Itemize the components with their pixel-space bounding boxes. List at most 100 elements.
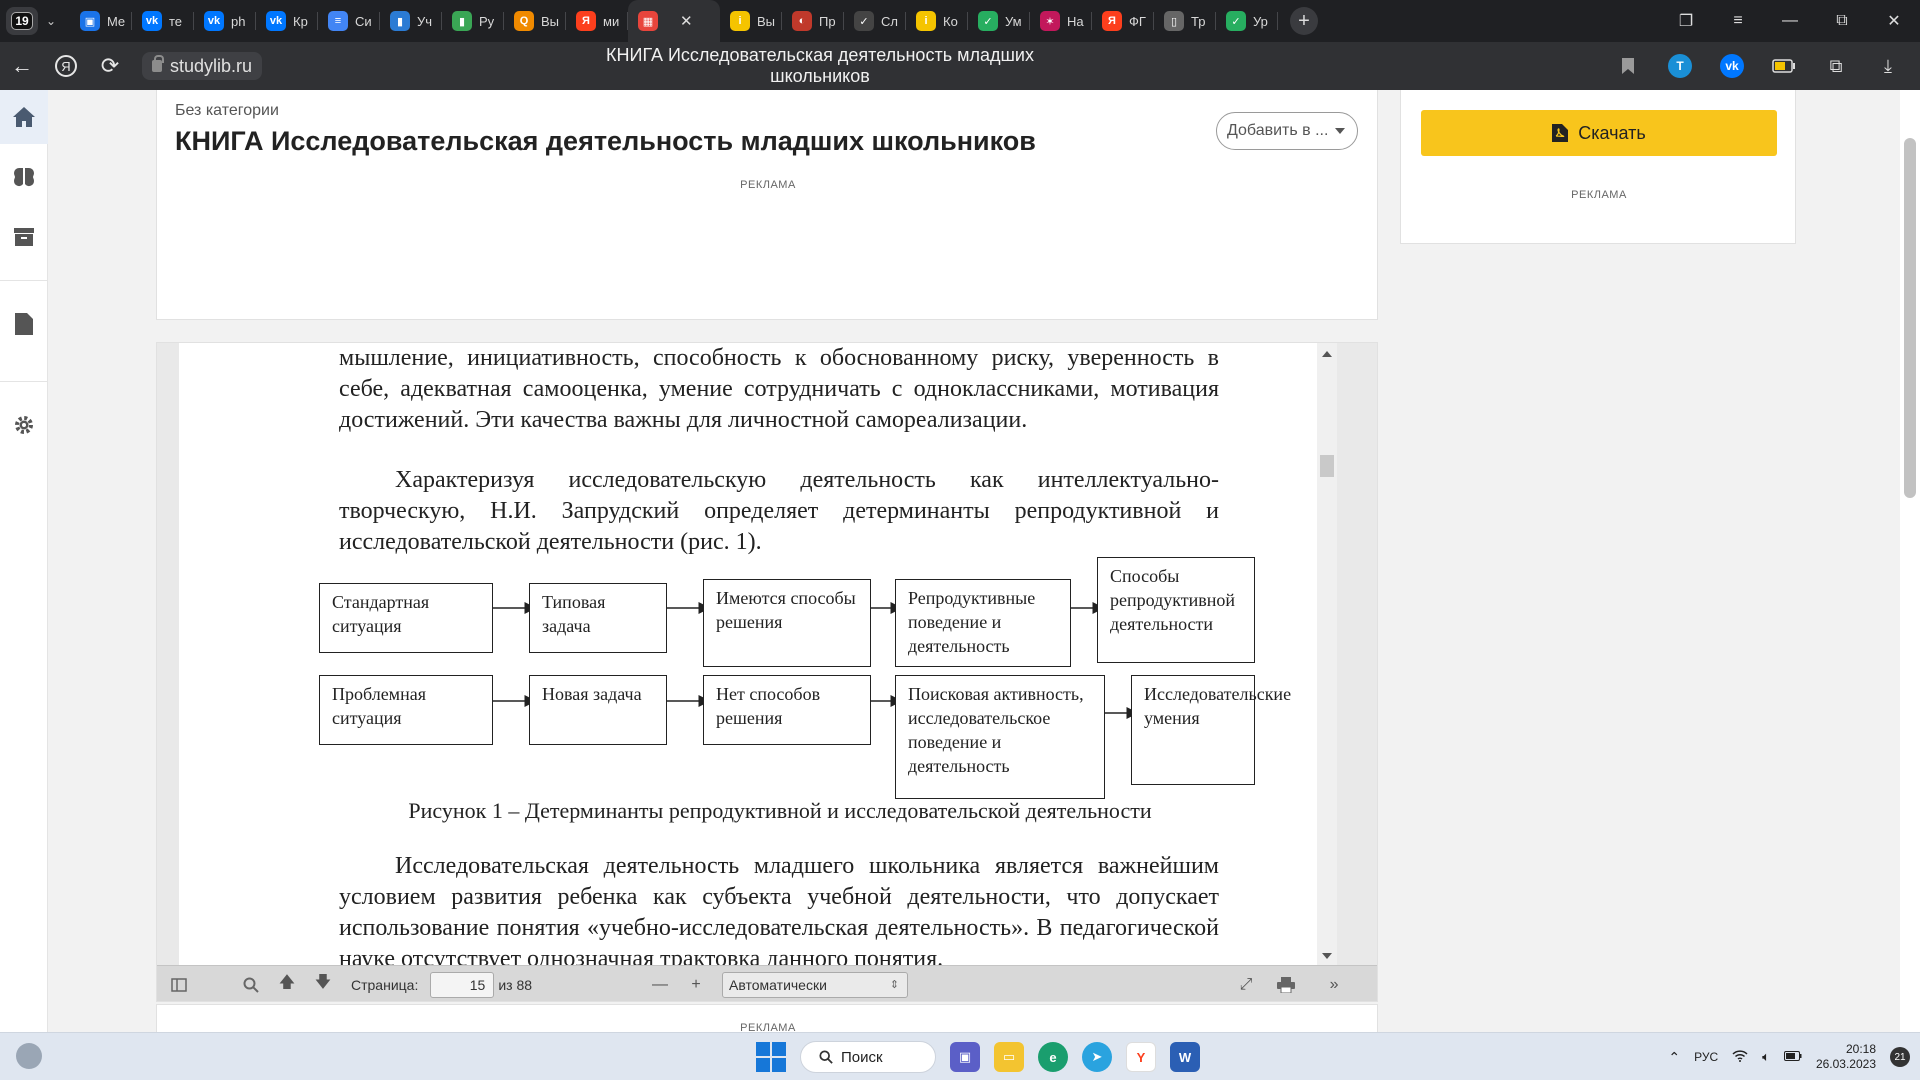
- clock[interactable]: 20:18 26.03.2023: [1816, 1042, 1876, 1072]
- tab-label: Пр: [819, 13, 836, 29]
- extensions-icon[interactable]: ⧉: [1814, 46, 1858, 86]
- browser-tab[interactable]: ✓ Ур: [1216, 0, 1278, 42]
- notification-badge[interactable]: 21: [1890, 1047, 1910, 1067]
- close-window-button[interactable]: ✕: [1868, 0, 1920, 42]
- browser-tab[interactable]: ✶ На: [1030, 0, 1092, 42]
- back-button[interactable]: ←: [0, 46, 44, 86]
- browser-tab[interactable]: i Вы: [720, 0, 782, 42]
- tab-counter[interactable]: 19: [6, 7, 38, 35]
- wifi-icon[interactable]: [1732, 1049, 1748, 1065]
- tab-label: те: [169, 13, 183, 29]
- browser-tab[interactable]: Q Вы: [504, 0, 566, 42]
- browser-tab[interactable]: ▮ Ру: [442, 0, 504, 42]
- browser-tab[interactable]: vk те: [132, 0, 194, 42]
- prev-page-icon[interactable]: 🡅: [269, 970, 305, 1000]
- taskbar-search[interactable]: Поиск: [800, 1041, 936, 1073]
- flow-box-problem-situation: Проблемная ситуация: [319, 675, 493, 745]
- flow-box-reproductive-behavior: Репродуктивные поведение и деятельность: [895, 579, 1071, 667]
- bookmark-icon[interactable]: [1606, 46, 1650, 86]
- browser-tab[interactable]: Ями: [566, 0, 628, 42]
- telegram-icon[interactable]: ➤: [1082, 1042, 1112, 1072]
- url-field[interactable]: studylib.ru: [142, 52, 263, 80]
- clock-time: 20:18: [1845, 1042, 1876, 1056]
- browser-tab[interactable]: vk ph: [194, 0, 256, 42]
- browser-tab[interactable]: i Ко: [906, 0, 968, 42]
- bottom-ad-block: РЕКЛАМА: [156, 1004, 1378, 1034]
- tab-label: Вы: [541, 13, 560, 29]
- breadcrumb[interactable]: Без категории: [175, 102, 279, 120]
- battery-icon[interactable]: [1783, 1050, 1802, 1064]
- browser-tab[interactable]: ≡ Си: [318, 0, 380, 42]
- tab-label: ph: [231, 13, 246, 29]
- fullscreen-icon[interactable]: ⤢: [1228, 970, 1264, 1000]
- tab-label: Ум: [1005, 13, 1022, 29]
- browser-tab[interactable]: ▦ ✕: [628, 0, 720, 42]
- collections-icon[interactable]: ❐: [1660, 0, 1712, 42]
- start-button[interactable]: [756, 1042, 786, 1072]
- word-icon[interactable]: W: [1170, 1042, 1200, 1072]
- teams-icon[interactable]: ▣: [950, 1042, 980, 1072]
- print-icon[interactable]: [1268, 970, 1304, 1000]
- browser-tab[interactable]: ✓ Ум: [968, 0, 1030, 42]
- browser-tab[interactable]: ▣ Me: [70, 0, 132, 42]
- pdf-scrollbar[interactable]: [1317, 343, 1337, 965]
- pdf-scroll-thumb[interactable]: [1320, 455, 1334, 477]
- zoom-out-icon[interactable]: —: [642, 970, 678, 1000]
- zoom-select[interactable]: Автоматически: [722, 971, 909, 998]
- rail-archive[interactable]: [0, 210, 48, 264]
- pdf-paragraph-bottom: Исследовательская деятельность младшего …: [339, 851, 1219, 965]
- shield-extension-icon[interactable]: T: [1658, 46, 1702, 86]
- sidebar-toggle-icon[interactable]: [161, 970, 197, 1000]
- page-scrollbar[interactable]: [1900, 90, 1920, 1032]
- browser-tab[interactable]: ▮ Уч: [380, 0, 442, 42]
- battery-saver-icon[interactable]: [1762, 46, 1806, 86]
- browser-tab[interactable]: Я ФГ: [1092, 0, 1154, 42]
- browser-tab[interactable]: ▯ Тр: [1154, 0, 1216, 42]
- zoom-in-icon[interactable]: +: [678, 970, 714, 1000]
- yandex-browser-icon[interactable]: Y: [1126, 1042, 1156, 1072]
- close-tab-icon[interactable]: ✕: [680, 12, 693, 30]
- add-to-dropdown[interactable]: Добавить в ...: [1216, 112, 1358, 150]
- download-button[interactable]: Скачать: [1421, 110, 1777, 156]
- rail-document[interactable]: [0, 297, 48, 351]
- browser-menu-icon[interactable]: ≡: [1712, 0, 1764, 42]
- tab-label: Сл: [881, 13, 898, 29]
- next-page-icon[interactable]: 🡇: [305, 970, 341, 1000]
- yandex-icon: Я: [576, 11, 596, 31]
- reload-button[interactable]: ⟳: [88, 46, 132, 86]
- rail-settings[interactable]: [0, 398, 48, 452]
- side-ad-label: РЕКЛАМА: [1571, 189, 1627, 201]
- tray-overflow-icon[interactable]: ⌃: [1668, 1049, 1680, 1066]
- star-icon: ✶: [1040, 11, 1060, 31]
- more-tools-icon[interactable]: »: [1316, 970, 1352, 1000]
- vk-extension-icon[interactable]: vk: [1710, 46, 1754, 86]
- rail-brain[interactable]: [0, 150, 48, 204]
- ad-label: РЕКЛАМА: [740, 179, 796, 191]
- widgets-icon[interactable]: [16, 1043, 42, 1069]
- q-icon: Q: [514, 11, 534, 31]
- volume-icon[interactable]: 🔈︎: [1762, 1049, 1770, 1065]
- file-explorer-icon[interactable]: ▭: [994, 1042, 1024, 1072]
- yandex-home-icon[interactable]: Я: [44, 46, 88, 86]
- tabs-menu-icon[interactable]: ⌄: [38, 7, 64, 35]
- page-number-input[interactable]: 15: [430, 971, 495, 998]
- minimize-button[interactable]: —: [1764, 0, 1816, 42]
- page-scroll-thumb[interactable]: [1904, 138, 1916, 498]
- scroll-down-icon[interactable]: [1322, 953, 1332, 959]
- message-icon: ▣: [80, 11, 100, 31]
- docs-icon: ≡: [328, 11, 348, 31]
- edge-icon[interactable]: e: [1038, 1042, 1068, 1072]
- new-tab-button[interactable]: +: [1290, 7, 1318, 35]
- system-tray: ⌃ РУС 🔈︎ 20:18 26.03.2023 21: [1668, 1033, 1920, 1080]
- url-text: studylib.ru: [170, 55, 253, 76]
- restore-button[interactable]: ⧉: [1816, 0, 1868, 42]
- scroll-up-icon[interactable]: [1322, 351, 1332, 357]
- downloads-icon[interactable]: ⤓: [1866, 46, 1910, 86]
- browser-tab[interactable]: ◐ Пр: [782, 0, 844, 42]
- tab-label: На: [1067, 13, 1084, 29]
- rail-home[interactable]: [0, 90, 48, 144]
- pdf-search-icon[interactable]: [233, 970, 269, 1000]
- browser-tab[interactable]: ✓ Сл: [844, 0, 906, 42]
- browser-tab[interactable]: vk Кр: [256, 0, 318, 42]
- language-indicator[interactable]: РУС: [1694, 1050, 1718, 1064]
